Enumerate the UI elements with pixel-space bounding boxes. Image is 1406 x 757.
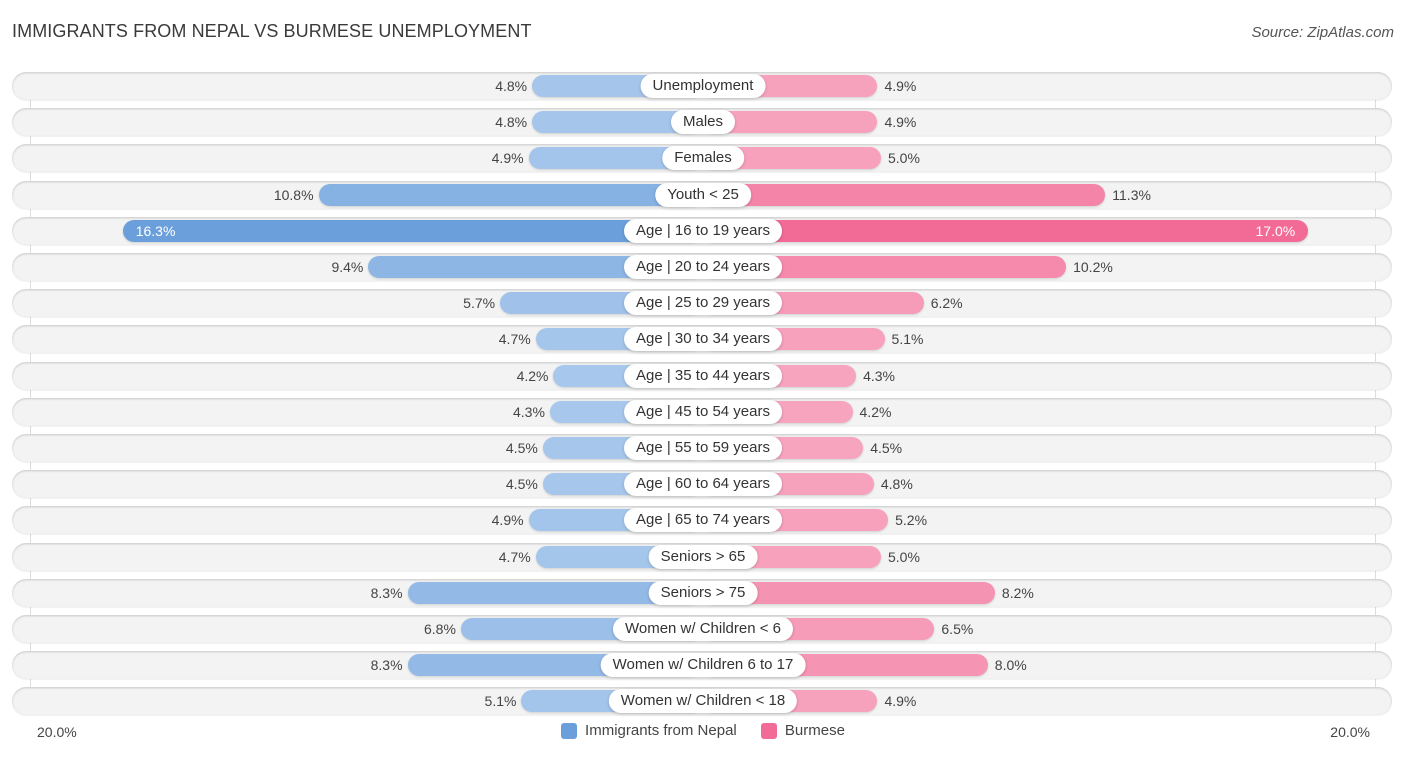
- value-nepal-women-w-children-6-to-17: 8.3%: [370, 657, 403, 674]
- value-nepal-unemployment: 4.8%: [495, 78, 528, 94]
- value-nepal-seniors-75: 8.3%: [370, 584, 403, 601]
- value-burmese-age-16-to-19-years: 17.0%: [1255, 222, 1296, 239]
- legend-item-burmese: Burmese: [760, 722, 845, 739]
- legend-item-nepal: Immigrants from Nepal: [561, 722, 737, 739]
- chart-rows: 4.8% 4.9% Unemployment 4.8% 4.9% Males 4.9% 5.0…: [0, 0, 1406, 757]
- category-label-age-55-to-59-years: Age | 55 to 59 years: [624, 436, 782, 460]
- value-nepal-females: 4.9%: [491, 150, 524, 167]
- bar-nepal-youth-25: [318, 183, 703, 206]
- value-nepal-age-16-to-19-years: 16.3%: [135, 222, 176, 239]
- category-label-females: Females: [662, 146, 744, 171]
- value-burmese-seniors-65: 5.0%: [888, 548, 920, 565]
- value-burmese-seniors-75: 8.2%: [1001, 584, 1034, 601]
- value-burmese-women-w-children-18: 4.9%: [884, 693, 917, 710]
- legend-swatch-burmese: [760, 722, 777, 739]
- value-burmese-females: 5.0%: [888, 150, 920, 167]
- legend-swatch-nepal: [561, 722, 578, 739]
- value-nepal-youth-25: 10.8%: [273, 186, 314, 203]
- value-burmese-youth-25: 11.3%: [1112, 186, 1151, 203]
- value-nepal-women-w-children-6: 6.8%: [424, 621, 456, 637]
- value-nepal-age-25-to-29-years: 5.7%: [463, 295, 496, 312]
- value-burmese-age-20-to-24-years: 10.2%: [1073, 259, 1113, 275]
- value-burmese-women-w-children-6: 6.5%: [941, 621, 974, 637]
- value-burmese-age-60-to-64-years: 4.8%: [880, 476, 913, 493]
- value-nepal-age-65-to-74-years: 4.9%: [491, 512, 524, 529]
- value-burmese-age-30-to-34-years: 5.1%: [891, 331, 924, 348]
- category-label-unemployment: Unemployment: [640, 74, 766, 98]
- category-label-age-16-to-19-years: Age | 16 to 19 years: [624, 218, 782, 243]
- value-nepal-seniors-65: 4.7%: [498, 548, 531, 565]
- category-label-age-25-to-29-years: Age | 25 to 29 years: [624, 291, 782, 316]
- value-burmese-males: 4.9%: [884, 114, 917, 131]
- legend-label-burmese: Burmese: [784, 722, 845, 739]
- category-label-women-w-children-6-to-17: Women w/ Children 6 to 17: [600, 653, 806, 678]
- value-nepal-age-60-to-64-years: 4.5%: [505, 476, 538, 493]
- category-label-seniors-75: Seniors > 75: [648, 580, 758, 605]
- legend: Immigrants from Nepal Burmese: [0, 722, 1406, 743]
- value-burmese-age-35-to-44-years: 4.3%: [863, 367, 895, 384]
- value-nepal-age-20-to-24-years: 9.4%: [331, 259, 364, 275]
- category-label-age-20-to-24-years: Age | 20 to 24 years: [624, 255, 782, 279]
- category-label-age-35-to-44-years: Age | 35 to 44 years: [624, 363, 782, 388]
- value-burmese-age-55-to-59-years: 4.5%: [870, 440, 903, 456]
- category-label-women-w-children-6: Women w/ Children < 6: [612, 617, 794, 641]
- bar-burmese-youth-25: [703, 183, 1106, 206]
- value-nepal-age-30-to-34-years: 4.7%: [498, 331, 531, 348]
- legend-label-nepal: Immigrants from Nepal: [585, 722, 737, 739]
- category-label-age-45-to-54-years: Age | 45 to 54 years: [624, 399, 782, 424]
- value-burmese-age-65-to-74-years: 5.2%: [895, 512, 928, 529]
- value-nepal-age-35-to-44-years: 4.2%: [516, 367, 549, 384]
- bar-nepal-age-16-to-19-years: [122, 219, 703, 242]
- category-label-age-60-to-64-years: Age | 60 to 64 years: [624, 472, 782, 497]
- category-label-youth-25: Youth < 25: [655, 182, 751, 207]
- category-label-males: Males: [670, 110, 736, 135]
- value-burmese-women-w-children-6-to-17: 8.0%: [994, 657, 1027, 674]
- category-label-age-65-to-74-years: Age | 65 to 74 years: [624, 508, 782, 533]
- value-nepal-males: 4.8%: [495, 114, 528, 131]
- value-nepal-age-45-to-54-years: 4.3%: [513, 403, 545, 420]
- bar-burmese-age-16-to-19-years: [703, 219, 1309, 242]
- value-nepal-women-w-children-18: 5.1%: [484, 693, 517, 710]
- value-nepal-age-55-to-59-years: 4.5%: [505, 440, 538, 456]
- value-burmese-unemployment: 4.9%: [884, 78, 917, 94]
- category-label-age-30-to-34-years: Age | 30 to 34 years: [624, 327, 782, 352]
- value-burmese-age-25-to-29-years: 6.2%: [930, 295, 963, 312]
- value-burmese-age-45-to-54-years: 4.2%: [859, 403, 892, 420]
- category-label-women-w-children-18: Women w/ Children < 18: [608, 689, 798, 714]
- category-label-seniors-65: Seniors > 65: [648, 544, 758, 569]
